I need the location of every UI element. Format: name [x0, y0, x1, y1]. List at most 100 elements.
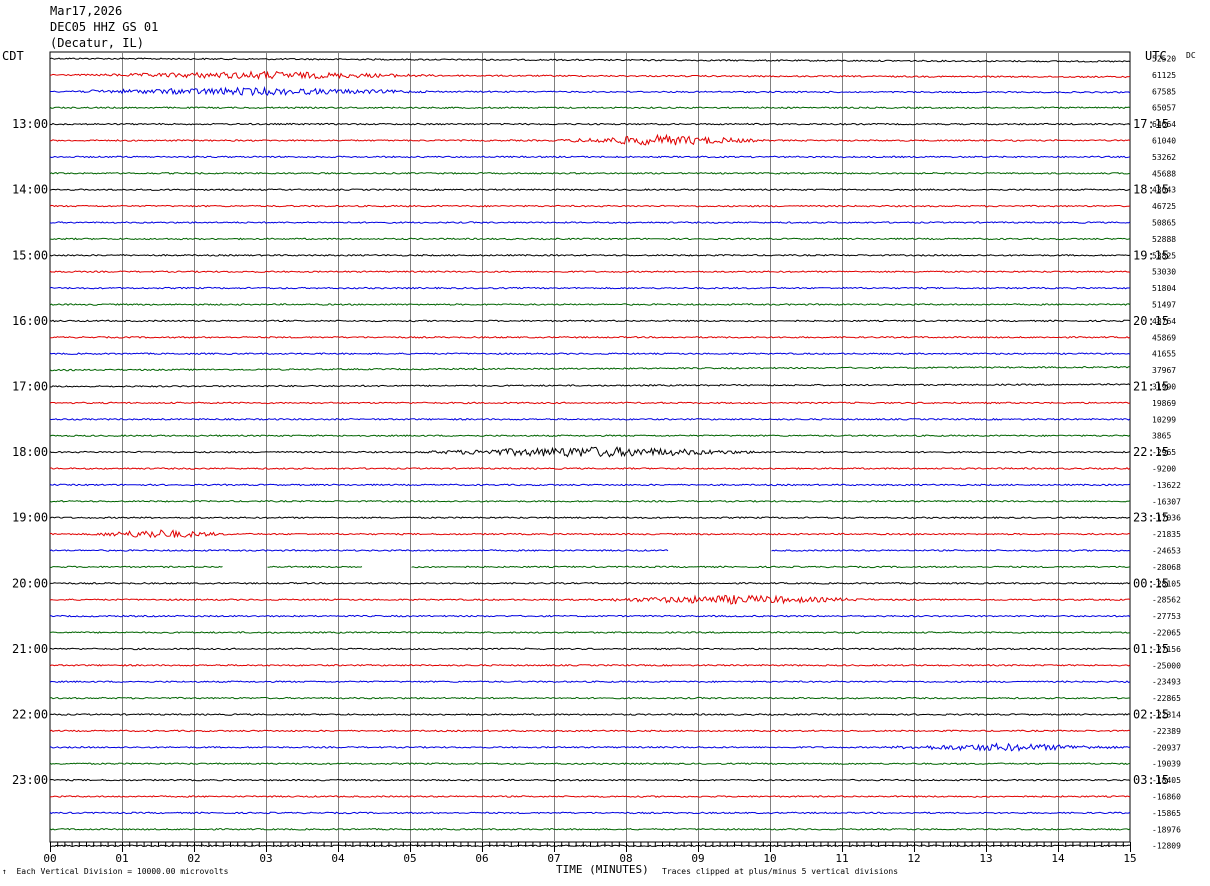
seismogram-trace — [49, 253, 1131, 257]
trace-line — [49, 483, 1131, 487]
dc-offset-label: 45688 — [1152, 169, 1176, 178]
trace-line — [49, 827, 1131, 831]
seismogram-trace — [49, 549, 1131, 552]
trace-line — [49, 614, 1131, 618]
left-hour-label: 19:00 — [12, 511, 48, 525]
seismogram-trace — [49, 631, 1131, 634]
seismogram-trace — [49, 417, 1131, 421]
dc-offset-label: -18976 — [1152, 825, 1181, 834]
trace-line — [50, 581, 1131, 585]
dc-offset-label: 52888 — [1152, 235, 1176, 244]
seismogram-trace — [49, 467, 1131, 470]
trace-line — [49, 467, 1131, 470]
right-hour-label: 02:15 — [1133, 708, 1169, 722]
x-tick-label: 04 — [331, 852, 345, 865]
trace-line — [49, 811, 1131, 815]
scale-text: Each Vertical Division = 10000.00 microv… — [16, 867, 229, 876]
seismogram-trace — [49, 122, 1131, 126]
dc-offset-label: -28068 — [1152, 563, 1181, 572]
trace-line — [49, 171, 1131, 175]
left-hour-label: 23:00 — [12, 773, 48, 787]
seismogram-trace — [50, 581, 1131, 585]
seismogram-trace — [49, 335, 1131, 339]
x-tick-label: 12 — [907, 852, 920, 865]
dc-offset-label: -13622 — [1152, 481, 1181, 490]
seismogram-trace — [49, 221, 1131, 224]
seismogram-trace — [49, 811, 1131, 815]
plot-frame — [49, 51, 1131, 843]
seismogram-trace — [49, 762, 1131, 766]
dc-offset-label: -25000 — [1152, 661, 1181, 670]
seismogram-trace — [49, 795, 1131, 798]
right-hour-label: 01:15 — [1133, 642, 1169, 656]
right-hour-label: 17:15 — [1133, 117, 1169, 131]
seismogram-trace — [49, 446, 1131, 458]
x-tick-label: 15 — [1123, 852, 1136, 865]
trace-line — [49, 335, 1131, 339]
seismogram-trace — [49, 647, 1131, 651]
seismogram-trace — [49, 594, 1131, 605]
dc-offset-label: 3865 — [1152, 432, 1171, 441]
trace-line — [49, 270, 1131, 274]
x-axis-title: TIME (MINUTES) — [556, 863, 649, 876]
dc-offset-label: 52520 — [1152, 55, 1176, 64]
seismogram-trace — [49, 516, 1131, 520]
seismogram-trace — [49, 57, 1131, 63]
dc-offset-label: -22389 — [1152, 727, 1181, 736]
seismogram-trace — [49, 319, 1131, 323]
left-hour-label: 22:00 — [12, 708, 48, 722]
trace-line — [49, 499, 1131, 503]
seismogram-trace — [49, 106, 1131, 110]
seismogram-trace — [49, 827, 1131, 831]
right-hour-label: 19:15 — [1133, 248, 1169, 262]
trace-line — [49, 286, 1131, 290]
dc-offset-label: 41655 — [1152, 350, 1176, 359]
seismogram-trace — [49, 286, 1131, 290]
seismogram-trace — [49, 352, 1131, 356]
left-hour-label: 16:00 — [12, 314, 48, 328]
trace-line — [49, 516, 1131, 520]
trace-line — [49, 70, 1131, 81]
dc-offset-label: -21835 — [1152, 530, 1181, 539]
trace-line — [49, 319, 1131, 323]
dc-offset-label: 65057 — [1152, 104, 1176, 113]
trace-line — [49, 795, 1131, 798]
right-hour-label: 22:15 — [1133, 445, 1169, 459]
left-hour-label: 13:00 — [12, 117, 48, 131]
right-hour-label: 23:15 — [1133, 511, 1169, 525]
trace-line — [49, 680, 1131, 684]
dc-offset-label: 53030 — [1152, 268, 1176, 277]
seismogram-trace — [49, 70, 1131, 81]
trace-line — [49, 383, 1131, 388]
dc-offset-label: -16860 — [1152, 793, 1181, 802]
scale-note: ↑ Each Vertical Division = 10000.00 micr… — [2, 867, 228, 877]
x-tick-label: 14 — [1051, 852, 1065, 865]
trace-line — [49, 742, 1131, 752]
helicorder-plot: 00 01 02 03 04 05 06 07 08 09 10 11 12 13 14 1552520611… — [12, 51, 1181, 865]
dc-offset-label: -28562 — [1152, 596, 1181, 605]
trace-line — [49, 352, 1131, 356]
dc-offset-label: -24653 — [1152, 547, 1181, 556]
seismogram-trace — [49, 133, 1131, 146]
seismogram-trace — [49, 742, 1131, 752]
x-tick-label: 03 — [259, 852, 272, 865]
left-hour-label: 18:00 — [12, 445, 48, 459]
seismogram-trace — [49, 383, 1131, 388]
seismogram-trace — [49, 270, 1131, 274]
trace-line — [49, 663, 1131, 667]
seismogram-trace — [49, 713, 1131, 716]
dc-offset-label: 53262 — [1152, 153, 1176, 162]
seismogram-trace — [49, 499, 1131, 503]
seismogram-trace — [49, 188, 1131, 192]
trace-line — [49, 237, 1131, 241]
seismogram-trace — [49, 696, 1130, 700]
left-hour-label: 14:00 — [12, 183, 48, 197]
trace-line — [49, 188, 1131, 192]
dc-offset-label: -15865 — [1152, 809, 1181, 818]
trace-line — [49, 647, 1131, 651]
scale-icon: ↑ — [2, 867, 7, 876]
dc-offset-label: -19039 — [1152, 760, 1181, 769]
seismogram-trace — [49, 614, 1131, 618]
seismogram-trace — [49, 844, 1131, 848]
x-tick-label: 06 — [475, 852, 488, 865]
